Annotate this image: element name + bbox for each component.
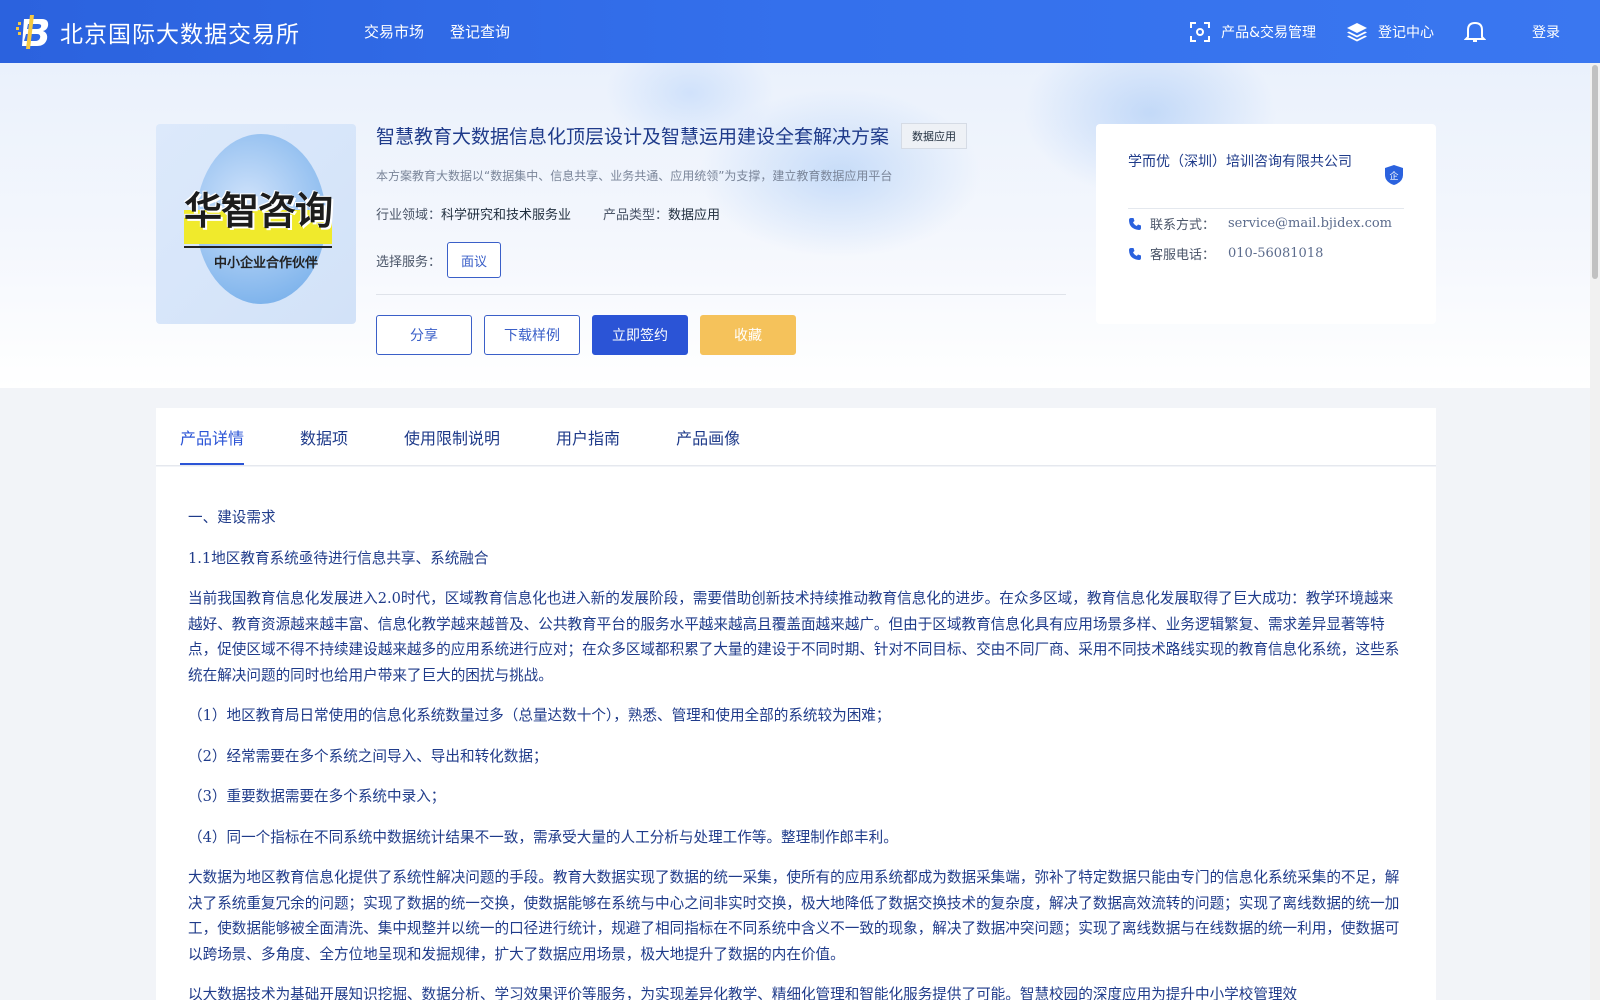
product-tag: 数据应用 — [901, 122, 968, 149]
list-item: （4）同一个指标在不同系统中数据统计结果不一致，需承受大量的人工分析与处理工作等… — [188, 828, 898, 846]
sub-heading: 1.1地区教育系统亟待进行信息共享、系统融合 — [188, 549, 489, 567]
share-button[interactable]: 分享 — [376, 315, 472, 355]
product-detail-content: 一、建设需求 1.1地区教育系统亟待进行信息共享、系统融合 当前我国教育信息化发… — [156, 467, 1436, 1000]
sign-now-button[interactable]: 立即签约 — [592, 315, 688, 355]
scan-frame-icon — [1190, 21, 1211, 42]
bell-icon — [1464, 21, 1486, 42]
industry-value: 科学研究和技术服务业 — [441, 208, 572, 223]
enterprise-badge-icon: 企 — [1384, 164, 1404, 186]
phone-icon — [1129, 247, 1141, 260]
type-label: 产品类型： — [603, 208, 669, 223]
phone-number: 010-56081018 — [1228, 246, 1324, 261]
bjidex-logo-icon — [16, 14, 50, 49]
content-paragraph: 以大数据技术为基础开展知识挖掘、数据分析、学习效果评价等服务，为实现差异化教学、… — [188, 986, 1298, 1000]
tab-usage-restrictions[interactable]: 使用限制说明 — [404, 425, 500, 465]
download-sample-button[interactable]: 下载样例 — [484, 315, 580, 355]
layers-icon — [1347, 22, 1367, 41]
nav-trade-market[interactable]: 交易市场 — [364, 21, 424, 42]
login-link[interactable]: 登录 — [1532, 22, 1560, 42]
product-mgmt-link[interactable]: 产品&交易管理 — [1189, 21, 1316, 43]
company-card: 学而优（深圳）培训咨询有限共公司 企 联系方式： service@mail.bj… — [1096, 124, 1436, 324]
product-title: 智慧教育大数据信息化顶层设计及智慧运用建设全套解决方案 — [376, 126, 890, 148]
contact-email-row: 联系方式： service@mail.bjidex.com — [1128, 214, 1392, 233]
section-heading: 一、建设需求 — [188, 509, 276, 526]
image-brand-text: 华智咨询 — [184, 189, 333, 233]
service-option-negotiable[interactable]: 面议 — [447, 242, 502, 278]
industry-label: 行业领域： — [376, 208, 442, 223]
service-selector: 选择服务： 面议 — [376, 242, 502, 278]
header-actions: 产品&交易管理 登记中心 登录 — [1189, 0, 1600, 63]
login-label: 登录 — [1532, 24, 1560, 41]
contact-label: 联系方式： — [1150, 218, 1216, 233]
badge-text: 企 — [1389, 170, 1398, 182]
content-paragraph: 大数据为地区教育信息化提供了系统性解决问题的手段。教育大数据实现了数据的统一采集… — [188, 869, 1400, 963]
product-meta: 行业领域： 科学研究和技术服务业 产品类型： 数据应用 — [376, 204, 720, 223]
company-name[interactable]: 学而优（深圳）培训咨询有限共公司 — [1128, 152, 1378, 173]
nav-register-query[interactable]: 登记查询 — [450, 21, 510, 42]
image-sub-text: 中小企业合作伙伴 — [214, 256, 319, 271]
product-image: 华智咨询 中小企业合作伙伴 — [156, 124, 356, 324]
site-name: 北京国际大数据交易所 — [60, 21, 300, 48]
type-value: 数据应用 — [668, 208, 721, 223]
scrollbar-thumb[interactable] — [1592, 65, 1598, 279]
tab-product-profile[interactable]: 产品画像 — [676, 425, 740, 465]
notification-bell[interactable] — [1464, 20, 1496, 44]
product-description: 本方案教育大数据以“数据集中、信息共享、业务共通、应用统领”为支撑，建立教育数据… — [376, 169, 893, 183]
phone-label: 客服电话： — [1150, 248, 1216, 263]
contact-phone-row: 客服电话： 010-56081018 — [1128, 244, 1323, 263]
favorite-button[interactable]: 收藏 — [700, 315, 796, 355]
tab-product-details[interactable]: 产品详情 — [180, 425, 245, 465]
detail-tabs: 产品详情 数据项 使用限制说明 用户指南 产品画像 — [156, 408, 1436, 466]
company-divider — [1128, 208, 1404, 209]
hero-divider — [376, 294, 1066, 295]
tab-data-items[interactable]: 数据项 — [300, 425, 348, 465]
page-scrollbar[interactable] — [1590, 63, 1600, 1000]
main-nav: 交易市场 登记查询 — [364, 21, 536, 42]
top-header: 北京国际大数据交易所 交易市场 登记查询 产品&交易管理 登记中心 登录 — [0, 0, 1600, 63]
list-item: （3）重要数据需要在多个系统中录入； — [188, 788, 446, 805]
action-buttons: 分享 下载样例 立即签约 收藏 — [376, 315, 808, 355]
tab-user-guide[interactable]: 用户指南 — [556, 425, 620, 465]
site-logo[interactable]: 北京国际大数据交易所 — [16, 14, 300, 49]
product-mgmt-label: 产品&交易管理 — [1221, 24, 1316, 41]
list-item: （2）经常需要在多个系统之间导入、导出和转化数据； — [188, 747, 548, 765]
register-center-label: 登记中心 — [1378, 24, 1434, 41]
phone-icon — [1129, 217, 1141, 230]
image-underline — [184, 246, 332, 248]
contact-email: service@mail.bjidex.com — [1228, 216, 1393, 231]
product-title-row: 智慧教育大数据信息化顶层设计及智慧运用建设全套解决方案 数据应用 — [376, 122, 968, 149]
register-center-link[interactable]: 登记中心 — [1346, 21, 1434, 43]
content-paragraph: 当前我国教育信息化发展进入2.0时代，区域教育信息化也进入新的发展阶段，需要借助… — [188, 590, 1400, 684]
service-label: 选择服务： — [376, 254, 442, 270]
list-item: （1）地区教育局日常使用的信息化系统数量过多（总量达数十个），熟悉、管理和使用全… — [188, 707, 891, 724]
